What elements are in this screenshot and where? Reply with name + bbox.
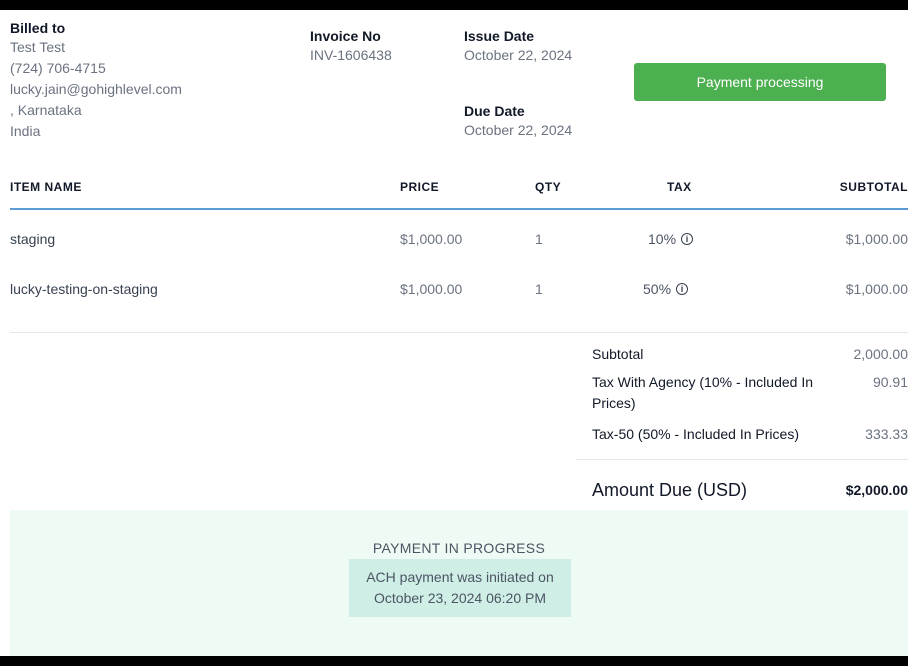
row-tax-value: 50% <box>643 281 672 297</box>
payment-processing-button[interactable]: Payment processing <box>634 63 886 101</box>
due-date-section: Due Date October 22, 2024 <box>464 102 572 141</box>
row-price: $1,000.00 <box>400 231 463 247</box>
subtotal-value: 2,000.00 <box>853 346 908 362</box>
due-date-label: Due Date <box>464 103 525 119</box>
header-subtotal: SUBTOTAL <box>839 180 908 194</box>
amount-due-label: Amount Due (USD) <box>592 480 748 500</box>
billed-to-section: Billed to Test Test (724) 706-4715 lucky… <box>10 19 270 142</box>
invoice-number-section: Invoice No INV-1606438 <box>310 27 392 66</box>
invoice-page: Billed to Test Test (724) 706-4715 lucky… <box>0 10 908 656</box>
billed-to-label: Billed to <box>10 20 66 36</box>
tax-agency-label: Tax With Agency (10% - Included In Price… <box>592 374 813 411</box>
row-subtotal: $1,000.00 <box>845 281 908 297</box>
table-row: staging $1,000.00 1 10% i $1,000.00 <box>10 230 908 280</box>
billed-to-country: India <box>10 123 41 139</box>
row-tax: 10% i <box>648 230 694 248</box>
subtotal-label: Subtotal <box>592 346 644 362</box>
row-qty: 1 <box>535 281 543 297</box>
tax-agency-row: Tax With Agency (10% - Included In Price… <box>576 372 908 422</box>
payment-status-message: ACH payment was initiated on October 23,… <box>349 559 571 617</box>
row-price: $1,000.00 <box>400 281 463 297</box>
billed-to-region: , Karnataka <box>10 102 82 118</box>
header-item-name: ITEM NAME <box>10 180 82 194</box>
issue-date-label: Issue Date <box>464 28 535 44</box>
subtotal-row: Subtotal 2,000.00 <box>576 344 908 370</box>
issue-date-section: Issue Date October 22, 2024 <box>464 27 572 66</box>
tax-agency-value: 90.91 <box>872 374 908 390</box>
items-table-header: ITEM NAME PRICE QTY TAX SUBTOTAL <box>10 176 908 210</box>
row-tax-value: 10% <box>648 231 677 247</box>
totals-divider <box>576 459 908 460</box>
invoice-number-value: INV-1606438 <box>310 47 392 63</box>
billed-to-phone: (724) 706-4715 <box>10 60 106 76</box>
payment-status-line-2: October 23, 2024 06:20 PM <box>374 590 546 606</box>
payment-status-title: PAYMENT IN PROGRESS <box>372 540 546 556</box>
payment-status-footer: PAYMENT IN PROGRESS ACH payment was init… <box>10 510 908 656</box>
row-qty: 1 <box>535 231 543 247</box>
info-icon[interactable]: i <box>681 233 694 245</box>
header-price: PRICE <box>400 180 440 194</box>
tax-50-value: 333.33 <box>865 426 908 442</box>
header-tax: TAX <box>667 180 692 194</box>
amount-due-value: $2,000.00 <box>845 482 908 498</box>
tax-50-row: Tax-50 (50% - Included In Prices) 333.33 <box>576 424 908 454</box>
totals-section: Subtotal 2,000.00 Tax With Agency (10% -… <box>576 344 908 500</box>
due-date-value: October 22, 2024 <box>464 122 573 138</box>
info-icon[interactable]: i <box>676 283 689 295</box>
table-row: lucky-testing-on-staging $1,000.00 1 50%… <box>10 280 908 330</box>
header-qty: QTY <box>535 180 562 194</box>
row-item-name: staging <box>10 231 56 247</box>
table-divider <box>10 332 908 333</box>
payment-status-line-1: ACH payment was initiated on <box>366 569 554 585</box>
row-tax: 50% i <box>643 280 689 298</box>
row-subtotal: $1,000.00 <box>845 231 908 247</box>
invoice-number-label: Invoice No <box>310 28 381 44</box>
billed-to-name: Test Test <box>10 39 65 55</box>
row-item-name: lucky-testing-on-staging <box>10 281 158 297</box>
amount-due-row: Amount Due (USD) $2,000.00 <box>576 480 908 510</box>
tax-50-label: Tax-50 (50% - Included In Prices) <box>592 426 799 442</box>
billed-to-email: lucky.jain@gohighlevel.com <box>10 81 182 97</box>
issue-date-value: October 22, 2024 <box>464 47 573 63</box>
